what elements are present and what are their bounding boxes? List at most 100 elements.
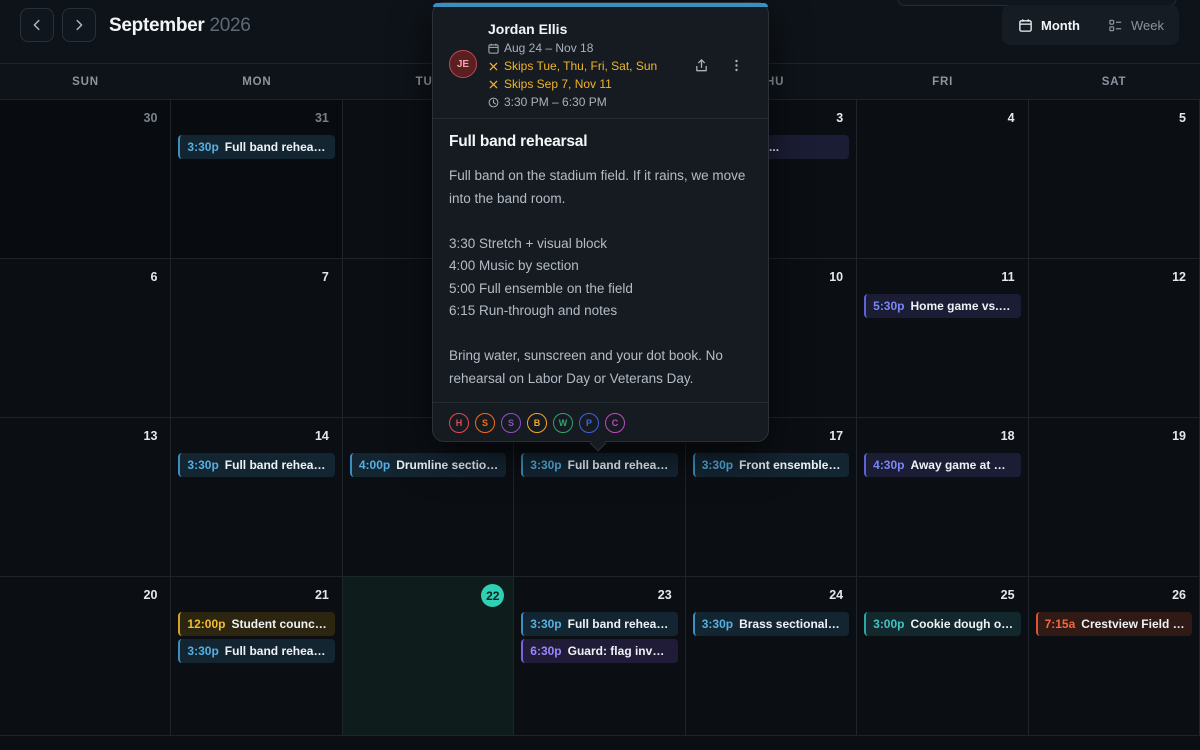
skip-dates-row: Skips Sep 7, Nov 11 bbox=[488, 76, 612, 92]
event-time: 3:30p bbox=[701, 458, 734, 472]
event-chip[interactable]: 3:30p Brass sectional (... bbox=[692, 612, 850, 636]
event-chip[interactable]: 12:00p Student council ... bbox=[178, 612, 335, 636]
close-icon bbox=[489, 80, 498, 88]
day-number: 25 bbox=[1000, 588, 1015, 602]
event-owner-name: Jordan Ellis bbox=[488, 21, 568, 37]
day-cell[interactable]: 4 bbox=[857, 100, 1029, 259]
event-chip[interactable]: 3:30p Full band rehearsal bbox=[521, 612, 678, 636]
day-number: 24 bbox=[829, 588, 844, 602]
weekday-header: FRI bbox=[932, 76, 954, 88]
event-time: 6:30p bbox=[530, 644, 562, 658]
event-chip[interactable]: 3:30p Full band rehearsal bbox=[178, 453, 335, 477]
day-cell[interactable]: 11 5:30p Home game vs. R... bbox=[857, 259, 1029, 418]
weekday-header: SAT bbox=[1101, 76, 1127, 88]
event-time: 3:00p bbox=[873, 617, 905, 631]
event-chip[interactable]: 6:30p Guard: flag inven... bbox=[521, 639, 678, 663]
week-list-icon bbox=[1109, 19, 1122, 31]
day-number: 26 bbox=[1172, 588, 1186, 602]
next-month-button[interactable] bbox=[62, 8, 96, 42]
more-vertical-icon bbox=[734, 59, 738, 71]
chevron-right-icon bbox=[76, 19, 83, 31]
day-number: 12 bbox=[1172, 270, 1186, 284]
event-time: 3:30p bbox=[530, 458, 562, 472]
month-view-button[interactable]: Month bbox=[1006, 9, 1092, 41]
attendee-badge[interactable]: C bbox=[605, 413, 625, 433]
day-cell[interactable]: 6 bbox=[0, 259, 172, 418]
event-chip[interactable]: 3:30p Full band rehearsal bbox=[178, 639, 335, 663]
day-cell[interactable]: 23 3:30p Full band rehearsal 6:30p Guard: fl… bbox=[514, 577, 686, 736]
weekday-header: MON bbox=[242, 76, 272, 88]
day-cell[interactable]: 30 bbox=[0, 100, 172, 259]
day-cell[interactable]: 5 bbox=[1028, 100, 1200, 259]
previous-month-button[interactable] bbox=[20, 8, 54, 42]
day-cell[interactable]: 25 3:00p Cookie dough or... bbox=[857, 577, 1029, 736]
attendee-badge[interactable]: H bbox=[449, 413, 469, 433]
week-view-button[interactable]: Week bbox=[1096, 9, 1176, 41]
description-line: 3:30 Stretch + visual block bbox=[449, 235, 607, 251]
day-cell[interactable]: 24 3:30p Brass sectional (... bbox=[685, 577, 858, 736]
attendee-badge[interactable]: W bbox=[553, 413, 573, 433]
attendee-badge[interactable]: P bbox=[579, 413, 599, 433]
description-line: rehearsal on Labor Day or Veterans Day. bbox=[449, 370, 694, 386]
event-title: Home game vs. R... bbox=[910, 299, 1014, 313]
calendar-app: September 2026 Month Week SUNMONTUEWEDTH… bbox=[0, 0, 1200, 750]
day-cell[interactable]: 14 3:30p Full band rehearsal bbox=[171, 418, 343, 577]
day-cell[interactable]: 21 12:00p Student council ... 3:30p Full ban… bbox=[171, 577, 343, 736]
description-line: into the band room. bbox=[449, 190, 566, 206]
event-time: 4:30p bbox=[873, 458, 905, 472]
time-range-row: 3:30 PM – 6:30 PM bbox=[488, 94, 607, 110]
description-line: 5:00 Full ensemble on the field bbox=[449, 280, 633, 296]
skip-days-text: Skips Tue, Thu, Fri, Sat, Sun bbox=[504, 59, 658, 73]
event-title: Full band rehearsal bbox=[224, 644, 328, 658]
day-number: 20 bbox=[143, 588, 158, 602]
day-number: 30 bbox=[143, 111, 158, 125]
month-title: September 2026 bbox=[109, 15, 251, 37]
event-title: Full band rehearsal bbox=[224, 140, 328, 154]
skip-days-row: Skips Tue, Thu, Fri, Sat, Sun bbox=[488, 58, 657, 74]
event-chip[interactable]: 5:30p Home game vs. R... bbox=[864, 294, 1021, 318]
more-options-button[interactable] bbox=[726, 55, 746, 75]
event-title: Full band rehearsal bbox=[224, 458, 328, 472]
day-number: 19 bbox=[1172, 429, 1186, 443]
event-color-bar bbox=[433, 3, 768, 7]
event-title: Full band rehearsal bbox=[567, 458, 671, 472]
description-line: Bring water, sunscreen and your dot book… bbox=[449, 348, 723, 363]
day-number: 10 bbox=[829, 270, 844, 284]
attendee-list: HSSBWPC bbox=[449, 413, 625, 433]
day-number: 18 bbox=[1000, 429, 1015, 443]
day-cell[interactable]: 20 bbox=[0, 577, 172, 736]
day-cell[interactable]: 31 3:30p Full band rehearsal bbox=[171, 100, 343, 259]
attendee-badge[interactable]: S bbox=[475, 413, 495, 433]
attendee-badge[interactable]: S bbox=[501, 413, 521, 433]
event-chip[interactable]: 7:15a Crestview Field To... bbox=[1035, 612, 1192, 636]
event-chip[interactable]: 3:30p Full band rehearsal bbox=[178, 135, 335, 159]
skip-dates-text: Skips Sep 7, Nov 11 bbox=[504, 77, 612, 91]
day-number: 4 bbox=[1007, 111, 1015, 125]
event-time: 5:30p bbox=[873, 299, 905, 313]
day-cell[interactable]: 18 4:30p Away game at Cr... bbox=[857, 418, 1029, 577]
day-cell[interactable]: 19 bbox=[1028, 418, 1200, 577]
event-chip[interactable]: 3:30p Full band rehearsal bbox=[521, 453, 678, 477]
event-chip[interactable]: 4:30p Away game at Cr... bbox=[864, 453, 1021, 477]
attendee-badge[interactable]: B bbox=[527, 413, 547, 433]
year-label: 2026 bbox=[209, 15, 251, 36]
event-chip[interactable]: 3:30p Front ensemble s... bbox=[692, 453, 850, 477]
day-cell[interactable]: 7 bbox=[171, 259, 343, 418]
event-title: Student council ... bbox=[231, 617, 328, 631]
day-cell[interactable]: 26 7:15a Crestview Field To... bbox=[1028, 577, 1200, 736]
description-line: 4:00 Music by section bbox=[449, 258, 579, 273]
event-title: Full band rehearsal bbox=[449, 133, 588, 150]
share-button[interactable] bbox=[691, 55, 711, 75]
date-range-text: Aug 24 – Nov 18 bbox=[504, 41, 594, 55]
day-number: 21 bbox=[314, 588, 329, 602]
weekday-header: SUN bbox=[72, 76, 99, 88]
clock-icon bbox=[488, 97, 499, 107]
event-title: Front ensemble s... bbox=[739, 458, 843, 472]
event-chip[interactable]: 3:00p Cookie dough or... bbox=[864, 612, 1021, 636]
day-cell[interactable]: 12 bbox=[1028, 259, 1200, 418]
day-cell-today[interactable]: 22 bbox=[342, 577, 515, 736]
day-cell[interactable]: 13 bbox=[0, 418, 172, 577]
event-chip[interactable]: 4:00p Drumline sectional bbox=[349, 453, 507, 477]
today-badge: 22 bbox=[481, 584, 505, 607]
event-title: Drumline sectional bbox=[396, 458, 500, 472]
